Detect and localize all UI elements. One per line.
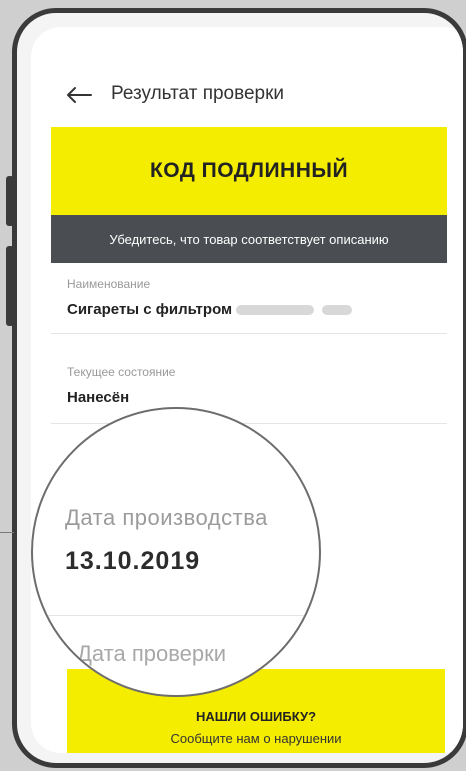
field-check-date-label: Дата проверки <box>77 641 227 666</box>
field-production-date-value: 13.10.2019 <box>65 547 201 575</box>
status-banner: КОД ПОДЛИННЫЙ <box>51 127 447 215</box>
field-state: Текущее состояние Нанесён <box>51 333 447 424</box>
field-name-label: Наименование <box>67 277 151 291</box>
field-state-label: Текущее состояние <box>67 365 176 379</box>
back-arrow-icon[interactable] <box>65 85 93 105</box>
redacted-text <box>322 305 353 316</box>
app-header: Результат проверки <box>31 27 463 127</box>
redacted-text <box>236 305 315 316</box>
app-screen: Результат проверки КОД ПОДЛИННЫЙ Убедите… <box>31 27 463 753</box>
field-production-date-label: Дата производства <box>65 505 268 530</box>
pointer-line <box>0 532 14 533</box>
report-error-subtitle: Сообщите нам о нарушении <box>170 731 342 746</box>
magnified-production-date: Дата производства 13.10.2019 Дата провер… <box>31 407 321 697</box>
field-name-value: Сигареты с фильтром <box>67 301 356 318</box>
phone-frame: Результат проверки КОД ПОДЛИННЫЙ Убедите… <box>12 8 466 768</box>
field-divider <box>33 615 319 616</box>
field-state-value: Нанесён <box>67 389 130 406</box>
field-name-value-text: Сигареты с фильтром <box>67 301 233 318</box>
status-subtitle: Убедитесь, что товар соответствует описа… <box>51 215 447 263</box>
report-error-title: НАШЛИ ОШИБКУ? <box>195 709 317 724</box>
page-title: Результат проверки <box>111 83 285 104</box>
field-name: Наименование Сигареты с фильтром <box>51 263 447 334</box>
